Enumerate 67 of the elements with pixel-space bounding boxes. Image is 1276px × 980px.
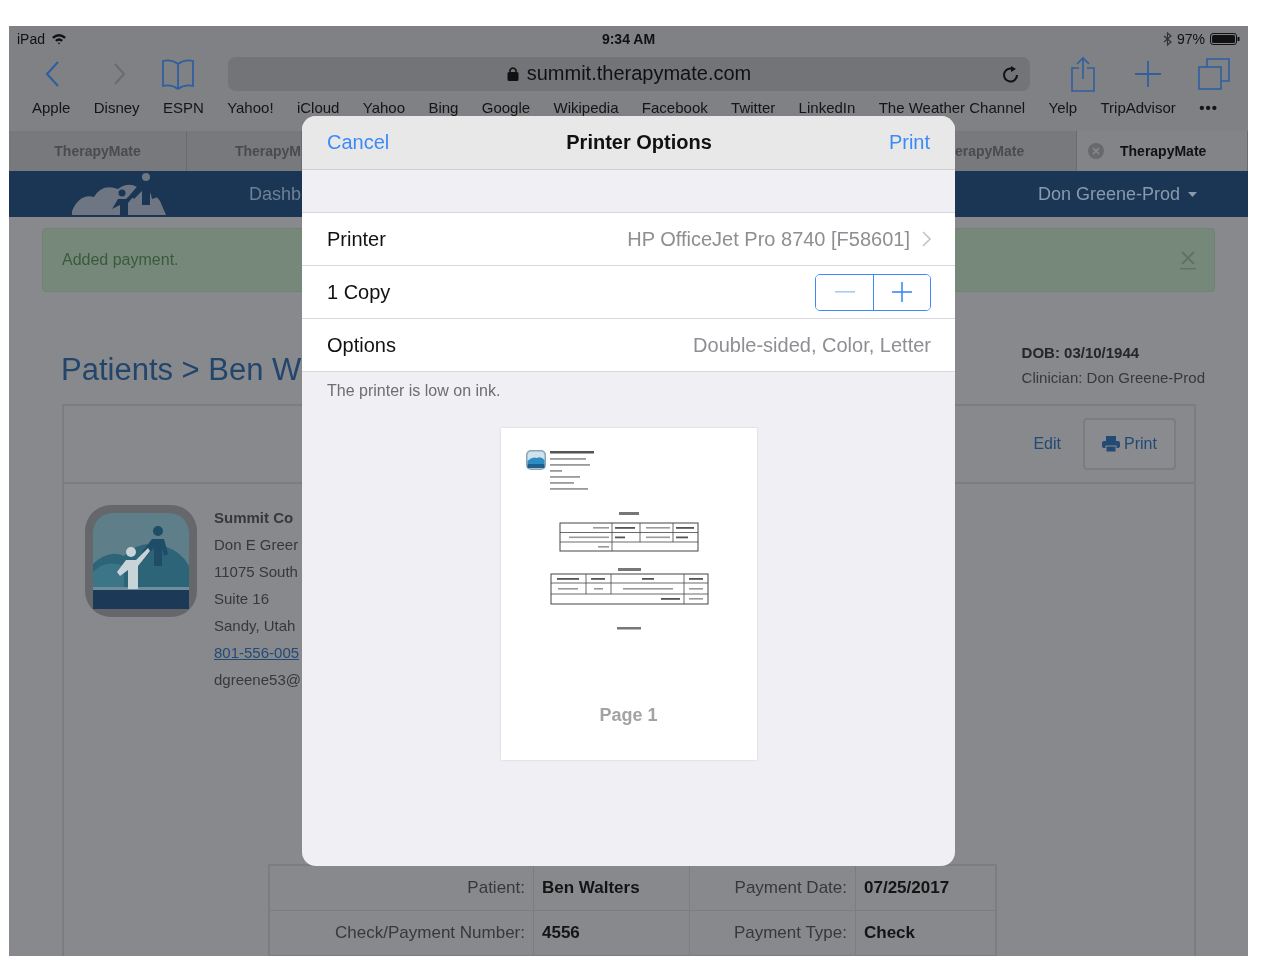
bookmark-link[interactable]: Yelp (1048, 98, 1078, 116)
address-line: 11075 South (214, 562, 299, 582)
minus-icon (834, 291, 855, 293)
printer-icon (1102, 436, 1121, 452)
wifi-icon (51, 33, 68, 45)
address-line: Sandy, Utah (214, 616, 297, 636)
bookmark-link[interactable]: LinkedIn (798, 98, 856, 116)
field-label: Check/Payment Number: (270, 911, 534, 956)
print-button[interactable]: Print (888, 131, 930, 154)
device-name: iPad (17, 31, 46, 47)
alert-message: Added payment. (62, 251, 179, 269)
page-title: Patients > Ben W (61, 351, 302, 389)
row-label: Options (327, 333, 396, 357)
more-bookmarks[interactable]: ••• (1199, 98, 1218, 116)
bookmark-link[interactable]: Bing (428, 98, 459, 116)
bookmark-link[interactable]: Twitter (731, 98, 776, 116)
cancel-button[interactable]: Cancel (327, 131, 390, 154)
page-number: Page 1 (599, 705, 658, 726)
plus-icon[interactable] (1134, 59, 1162, 88)
phone-link[interactable]: 801-556-005 (214, 639, 301, 666)
address-line: dgreene53@ (214, 670, 301, 690)
address-bar[interactable]: summit.therapymate.com (228, 56, 1030, 91)
bookmark-link[interactable]: Apple (32, 98, 71, 116)
address-line: Don E Greer (214, 535, 300, 555)
row-label: 1 Copy (327, 280, 391, 304)
row-label: Printer (327, 227, 386, 251)
bluetooth-icon (1162, 32, 1172, 46)
row-value: HP OfficeJet Pro 8740 [F58601] (627, 227, 910, 251)
battery-percent: 97% (1176, 31, 1205, 47)
url-text: summit.therapymate.com (526, 62, 752, 85)
print-button[interactable]: Print (1083, 418, 1176, 470)
bookmark-link[interactable]: ESPN (162, 98, 204, 116)
patient-dob: DOB: 03/10/1944 (1021, 344, 1141, 361)
reload-icon[interactable] (1002, 64, 1020, 84)
caret-icon (1188, 191, 1197, 197)
company-name: Summit Co (214, 508, 295, 528)
plus-icon (892, 282, 912, 302)
patient-clinician: Clinician: Don Greene-Prod (1021, 369, 1205, 386)
ink-warning: The printer is low on ink. (326, 381, 502, 400)
field-value: Check (856, 911, 995, 956)
close-icon (1088, 143, 1104, 159)
bookmark-link[interactable]: Wikipedia (553, 98, 619, 116)
field-value: 4556 (534, 911, 690, 956)
bookmark-link[interactable]: The Weather Channel (878, 98, 1026, 116)
row-value: Double-sided, Color, Letter (693, 333, 931, 357)
bookmark-link[interactable]: Google (481, 98, 531, 116)
bookmark-link[interactable]: Disney (93, 98, 140, 116)
bookmark-link[interactable]: Yahoo! (227, 98, 274, 116)
lock-icon (506, 66, 519, 81)
bookmark-link[interactable]: iCloud (296, 98, 340, 116)
edit-link[interactable]: Edit (1033, 435, 1061, 453)
browser-tab[interactable]: TherapyMate (1077, 131, 1248, 171)
address-line: Suite 16 (214, 589, 271, 609)
battery-icon (1210, 33, 1240, 45)
user-menu[interactable]: Don Greene-Prod (1037, 183, 1197, 205)
bookmark-link[interactable]: TripAdvisor (1100, 98, 1176, 116)
bookmark-link[interactable]: Facebook (641, 98, 708, 116)
chevron-right-icon (922, 231, 931, 247)
dialog-title: Printer Options (566, 131, 712, 154)
tabs-icon[interactable] (1198, 57, 1230, 90)
increment-button[interactable] (873, 274, 930, 310)
share-icon[interactable] (1070, 55, 1096, 92)
field-label: Payment Type: (690, 911, 856, 956)
clock-time: 9:34 AM (601, 31, 656, 47)
bookmark-link[interactable]: Yahoo (362, 98, 406, 116)
book-icon[interactable] (161, 57, 195, 90)
nav-link[interactable]: Dashb (249, 183, 302, 205)
